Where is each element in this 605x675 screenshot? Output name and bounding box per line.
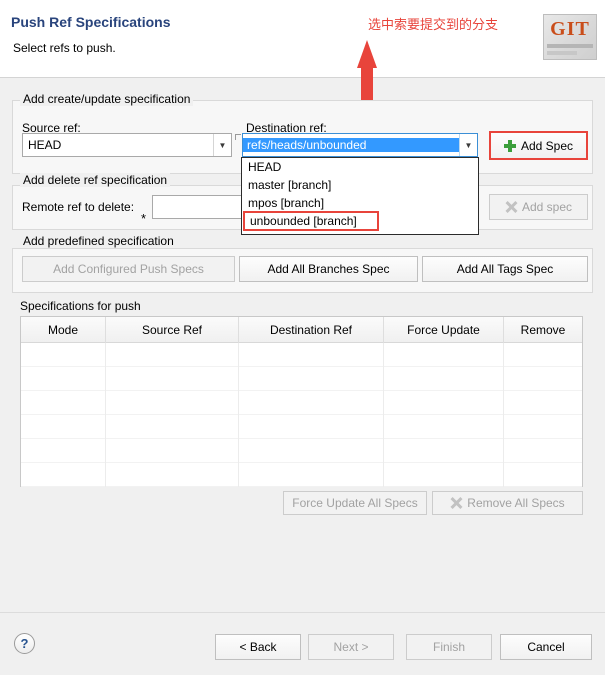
next-button-label: Next >: [333, 640, 369, 654]
table-cell: [239, 415, 384, 439]
table-cell: [106, 415, 239, 439]
source-ref-value: HEAD: [28, 138, 62, 152]
field-decoration: [235, 134, 241, 140]
table-cell: [21, 343, 106, 367]
table-cell: [106, 343, 239, 367]
add-spec-delete-button-label: Add spec: [521, 200, 573, 214]
table-row[interactable]: [21, 463, 582, 487]
push-ref-specifications-dialog: Push Ref Specifications Select refs to p…: [0, 0, 605, 675]
table-cell: [384, 343, 504, 367]
table-cell: [504, 415, 582, 439]
remove-all-specs-button: Remove All Specs: [432, 491, 583, 515]
table-cell: [504, 343, 582, 367]
chevron-down-icon[interactable]: ▼: [459, 134, 477, 156]
add-all-tags-spec-label: Add All Tags Spec: [456, 262, 554, 276]
page-subtitle: Select refs to push.: [13, 41, 116, 55]
table-cell: [384, 463, 504, 487]
table-header-row: Mode Source Ref Destination Ref Force Up…: [21, 317, 582, 343]
table-cell: [239, 463, 384, 487]
destination-ref-dropdown[interactable]: HEAD master [branch] mpos [branch] unbou…: [241, 157, 479, 235]
table-cell: [106, 439, 239, 463]
remove-all-specs-label: Remove All Specs: [467, 496, 565, 510]
cancel-button-label: Cancel: [527, 640, 565, 654]
remote-ref-to-delete-label: Remote ref to delete:: [22, 200, 135, 214]
add-all-branches-spec-button[interactable]: Add All Branches Spec: [239, 256, 418, 282]
next-button: Next >: [308, 634, 394, 660]
column-header-remove[interactable]: Remove: [504, 317, 582, 343]
dialog-header: Push Ref Specifications Select refs to p…: [0, 0, 605, 78]
column-header-force-update[interactable]: Force Update: [384, 317, 504, 343]
destination-ref-value: refs/heads/unbounded: [243, 138, 459, 152]
git-logo-bar-2: [547, 51, 577, 55]
table-row[interactable]: [21, 439, 582, 463]
dropdown-item-1[interactable]: master [branch]: [242, 176, 478, 194]
delete-ref-group-title: Add delete ref specification: [20, 173, 171, 187]
annotation-label: 选中索要提交到的分支: [368, 18, 499, 33]
table-cell: [106, 391, 239, 415]
table-cell: [384, 415, 504, 439]
add-all-tags-spec-button[interactable]: Add All Tags Spec: [422, 256, 588, 282]
table-row[interactable]: [21, 415, 582, 439]
back-button[interactable]: < Back: [215, 634, 301, 660]
destination-ref-combo[interactable]: refs/heads/unbounded ▼: [242, 133, 478, 157]
source-ref-combo[interactable]: HEAD ▼: [22, 133, 232, 157]
finish-button-label: Finish: [432, 640, 465, 654]
help-icon[interactable]: ?: [14, 633, 35, 654]
create-update-group-title: Add create/update specification: [20, 92, 194, 106]
dropdown-item-0[interactable]: HEAD: [242, 158, 478, 176]
add-spec-delete-button: Add spec: [489, 194, 588, 220]
specifications-table[interactable]: Mode Source Ref Destination Ref Force Up…: [20, 316, 583, 487]
chevron-down-icon[interactable]: ▼: [213, 134, 231, 156]
cancel-button[interactable]: Cancel: [500, 634, 592, 660]
table-cell: [384, 439, 504, 463]
table-cell: [21, 391, 106, 415]
add-all-branches-spec-label: Add All Branches Spec: [267, 262, 390, 276]
git-logo-bar-1: [547, 44, 593, 48]
table-cell: [21, 463, 106, 487]
table-cell: [239, 391, 384, 415]
page-title: Push Ref Specifications: [11, 14, 171, 30]
add-configured-push-specs-button: Add Configured Push Specs: [22, 256, 235, 282]
predefined-group-title: Add predefined specification: [20, 234, 177, 248]
table-cell: [384, 367, 504, 391]
dropdown-padding: [242, 230, 478, 234]
table-cell: [21, 439, 106, 463]
table-cell: [504, 367, 582, 391]
dropdown-item-3[interactable]: unbounded [branch]: [243, 211, 379, 231]
table-cell: [384, 391, 504, 415]
dropdown-item-2[interactable]: mpos [branch]: [242, 194, 478, 212]
specifications-for-push-label: Specifications for push: [20, 299, 141, 313]
back-button-label: < Back: [239, 640, 277, 654]
table-cell: [239, 343, 384, 367]
plus-icon: [503, 139, 516, 152]
add-configured-push-specs-label: Add Configured Push Specs: [53, 262, 204, 276]
column-header-source-ref[interactable]: Source Ref: [106, 317, 239, 343]
table-row[interactable]: [21, 367, 582, 391]
force-update-all-specs-button: Force Update All Specs: [283, 491, 427, 515]
table-cell: [21, 415, 106, 439]
cross-icon: [505, 201, 517, 213]
table-cell: [239, 439, 384, 463]
git-logo-text: GIT: [550, 18, 590, 40]
table-cell: [106, 367, 239, 391]
table-cell: [504, 463, 582, 487]
cross-icon: [450, 497, 462, 509]
column-header-destination-ref[interactable]: Destination Ref: [239, 317, 384, 343]
table-cell: [21, 367, 106, 391]
table-cell: [106, 463, 239, 487]
add-spec-button-label: Add Spec: [520, 138, 574, 153]
finish-button: Finish: [406, 634, 492, 660]
table-row[interactable]: [21, 343, 582, 367]
table-row[interactable]: [21, 391, 582, 415]
table-cell: [239, 367, 384, 391]
git-logo-icon: GIT: [543, 14, 597, 64]
column-header-mode[interactable]: Mode: [21, 317, 106, 343]
table-cell: [504, 439, 582, 463]
force-update-all-specs-label: Force Update All Specs: [292, 496, 418, 510]
add-spec-button[interactable]: Add Spec: [489, 131, 588, 160]
required-marker: *: [141, 211, 147, 226]
table-cell: [504, 391, 582, 415]
